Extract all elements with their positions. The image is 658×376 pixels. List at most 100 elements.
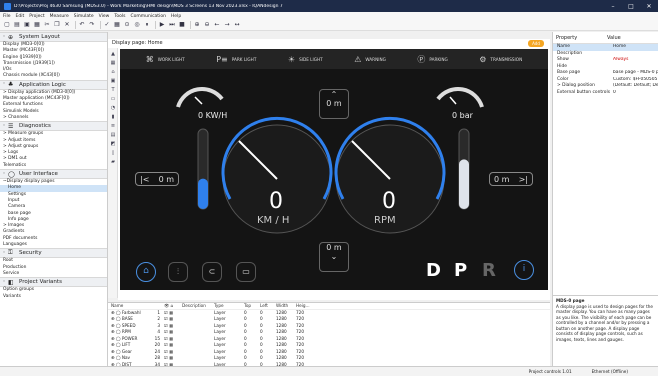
new-icon[interactable]: ▢ (3, 21, 11, 29)
step-icon[interactable]: ⏭ (168, 21, 176, 29)
control-palette: ▲ ▦ ⌂ ▣ T ▭ ◔ ▮ ≡ ▤ ◩ ▯ ▰ (108, 48, 118, 298)
section-header[interactable]: ˅ ⊕ System Layout (0, 32, 107, 42)
lock-icon[interactable]: ▰ (110, 159, 116, 165)
property-value[interactable]: 0 (613, 90, 658, 97)
forward-icon[interactable]: → (223, 21, 231, 29)
chevron-up-icon[interactable]: ⌃ (320, 90, 348, 99)
zoom-in-icon[interactable]: ⊕ (193, 21, 201, 29)
close-button[interactable]: ✕ (640, 3, 658, 10)
properties-panel: Property Value Name Home Description Show Al… (552, 32, 658, 295)
rpm-unit: RPM (374, 215, 396, 226)
print-icon[interactable]: ▦ (33, 21, 41, 29)
section-icon: ♣ (8, 81, 14, 89)
left-distance-box[interactable]: |< 0 m (135, 172, 179, 186)
property-key: External button controls (557, 89, 610, 95)
section-title: Diagnostics (19, 123, 51, 130)
menu-edit[interactable]: Edit (16, 14, 25, 19)
menu-measure[interactable]: Measure (50, 14, 69, 19)
back-icon[interactable]: ← (213, 21, 221, 29)
col-type[interactable]: Type (214, 303, 244, 309)
chevron-down-icon[interactable]: ˅ (3, 280, 5, 285)
menu-project[interactable]: Project (29, 14, 44, 19)
menu-file[interactable]: File (3, 14, 11, 19)
pause-icon[interactable]: ⏸ (143, 21, 151, 29)
col-top[interactable]: Top (244, 303, 260, 309)
chevron-left-icon[interactable]: |< (140, 175, 149, 184)
play-icon[interactable]: ▶ (158, 21, 166, 29)
pressure-readout: 0 bar (452, 111, 473, 120)
col-order (152, 303, 160, 309)
engine-icon: ⊂ (208, 267, 216, 276)
toolbar-separator (75, 21, 76, 29)
dashboard-preview: ⌘ WORK LIGHT P≡ PARK LIGHT ☀ SIDE LIGHT ⚠ WA… (120, 49, 548, 290)
minimize-button[interactable]: – (604, 3, 622, 10)
bottom-center-value: 0 m (326, 243, 342, 252)
gauge-icon[interactable]: ◔ (110, 105, 116, 111)
chevron-down-icon[interactable]: ⌄ (320, 252, 348, 261)
delete-icon[interactable]: ✕ (63, 21, 71, 29)
maximize-button[interactable]: □ (622, 3, 640, 10)
add-badge[interactable]: Add (528, 40, 544, 47)
chevron-down-icon[interactable]: ˅ (3, 172, 5, 177)
undo-icon[interactable]: ↶ (78, 21, 86, 29)
redo-icon[interactable]: ↷ (88, 21, 96, 29)
section-header[interactable]: ˅ ◧ Project Variants (0, 277, 107, 288)
info-button[interactable]: i (514, 260, 534, 280)
menu-simulate[interactable]: Simulate (74, 14, 94, 19)
chart-icon[interactable]: ◩ (110, 141, 116, 147)
layers-table: Name 👁 ⌂ Description Type Top Left Width… (108, 302, 550, 367)
chevron-down-icon[interactable]: ˅ (3, 251, 5, 256)
home-button[interactable]: ⌂ (136, 262, 156, 282)
input-icon[interactable]: ▯ (110, 150, 116, 156)
list-icon[interactable]: ≡ (110, 123, 116, 129)
pointer-icon[interactable]: ▲ (110, 51, 116, 57)
measure-icon[interactable]: ◎ (133, 21, 141, 29)
menu-tools[interactable]: Tools (114, 14, 125, 19)
col-left[interactable]: Left (260, 303, 276, 309)
resize-icon[interactable]: ↔ (233, 21, 241, 29)
copy-icon[interactable]: ❐ (53, 21, 61, 29)
grid-icon[interactable]: ▦ (110, 60, 116, 66)
section-title: Security (19, 250, 42, 257)
section-header[interactable]: ˅ ♣ Application Logic (0, 79, 107, 90)
image-icon[interactable]: ▣ (110, 78, 116, 84)
camera-button[interactable]: ▭ (236, 262, 256, 282)
power-readout: 0 KW/H (198, 111, 228, 120)
right-distance-box[interactable]: 0 m >| (489, 172, 533, 186)
title-bar: D:\Projects\Proj 4630 Samsung (MDS3.0) -… (0, 0, 658, 12)
grid-icon[interactable]: ▦ (113, 21, 121, 29)
menu-view[interactable]: View (99, 14, 110, 19)
col-name[interactable]: Name (108, 303, 152, 309)
section-header[interactable]: ˅ ◯ User Interface (0, 169, 107, 180)
property-row[interactable]: External button controls 0 (553, 90, 658, 97)
stop-icon[interactable]: ■ (178, 21, 186, 29)
check-icon[interactable]: ✓ (103, 21, 111, 29)
gear-park: P (454, 260, 468, 281)
properties-header: Property Value (553, 32, 658, 44)
open-icon[interactable]: ▤ (13, 21, 21, 29)
col-height[interactable]: Heig... (296, 303, 316, 309)
section-header[interactable]: ˅ ☰ Diagnostics (0, 121, 107, 132)
tree-item[interactable]: Variants (0, 294, 107, 300)
section-header[interactable]: ˅ ⚿ Security (0, 248, 107, 259)
connect-icon[interactable]: ⊙ (123, 21, 131, 29)
zoom-out-icon[interactable]: ⊖ (203, 21, 211, 29)
home-icon[interactable]: ⌂ (110, 69, 116, 75)
cut-icon[interactable]: ✂ (43, 21, 51, 29)
save-icon[interactable]: ▣ (23, 21, 31, 29)
bar-icon[interactable]: ▮ (110, 114, 116, 120)
bottom-center-box: 0 m ⌄ (319, 242, 349, 272)
col-width[interactable]: Width (276, 303, 296, 309)
settings-button[interactable]: ⫶ (168, 262, 188, 282)
chevron-down-icon[interactable]: ˅ (3, 124, 5, 129)
chevron-down-icon[interactable]: ˅ (3, 35, 5, 40)
chevron-right-icon[interactable]: >| (519, 175, 528, 184)
col-description[interactable]: Description (182, 303, 214, 309)
menu-communication[interactable]: Communication (130, 14, 165, 19)
text-icon[interactable]: T (110, 87, 116, 93)
button-icon[interactable]: ▭ (110, 96, 116, 102)
menu-help[interactable]: Help (171, 14, 181, 19)
table-icon[interactable]: ▤ (110, 132, 116, 138)
engine-button[interactable]: ⊂ (202, 262, 222, 282)
chevron-down-icon[interactable]: ˅ (3, 82, 5, 87)
